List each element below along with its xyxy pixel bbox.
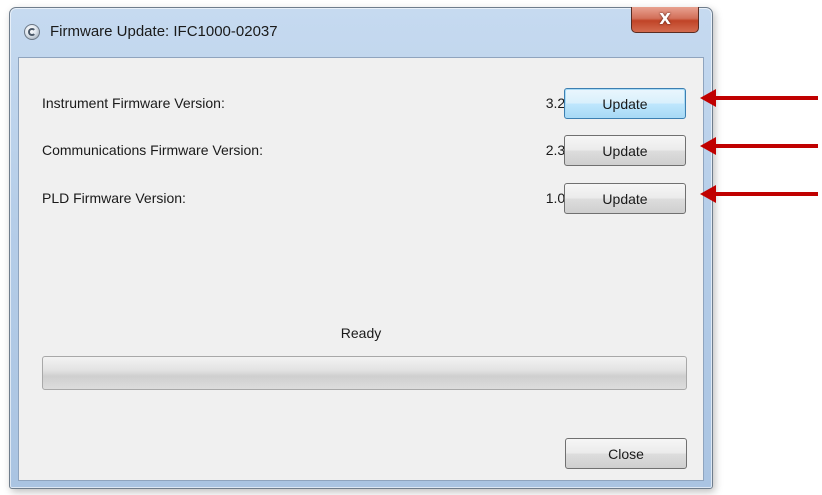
instrument-firmware-label: Instrument Firmware Version: <box>42 95 225 111</box>
status-text: Ready <box>340 325 382 341</box>
communications-update-button[interactable]: Update <box>564 135 686 166</box>
arrow-left-icon <box>700 89 818 107</box>
firmware-update-window: Firmware Update: IFC1000-02037 X Instrum… <box>9 7 713 489</box>
title-bar[interactable]: Firmware Update: IFC1000-02037 X <box>10 7 712 56</box>
pld-update-button[interactable]: Update <box>564 183 686 214</box>
app-logo-icon <box>24 24 40 40</box>
close-button[interactable]: Close <box>565 438 687 469</box>
dialog-body: Instrument Firmware Version: 3.26 Update… <box>18 57 704 481</box>
instrument-update-button[interactable]: Update <box>564 88 686 119</box>
communications-firmware-label: Communications Firmware Version: <box>42 142 263 158</box>
progress-bar <box>42 356 687 390</box>
arrow-left-icon <box>700 137 818 155</box>
close-icon: X <box>659 10 671 28</box>
window-close-button[interactable]: X <box>631 7 699 33</box>
window-title: Firmware Update: IFC1000-02037 <box>50 23 278 40</box>
arrow-left-icon <box>700 185 818 203</box>
pld-firmware-label: PLD Firmware Version: <box>42 190 186 206</box>
